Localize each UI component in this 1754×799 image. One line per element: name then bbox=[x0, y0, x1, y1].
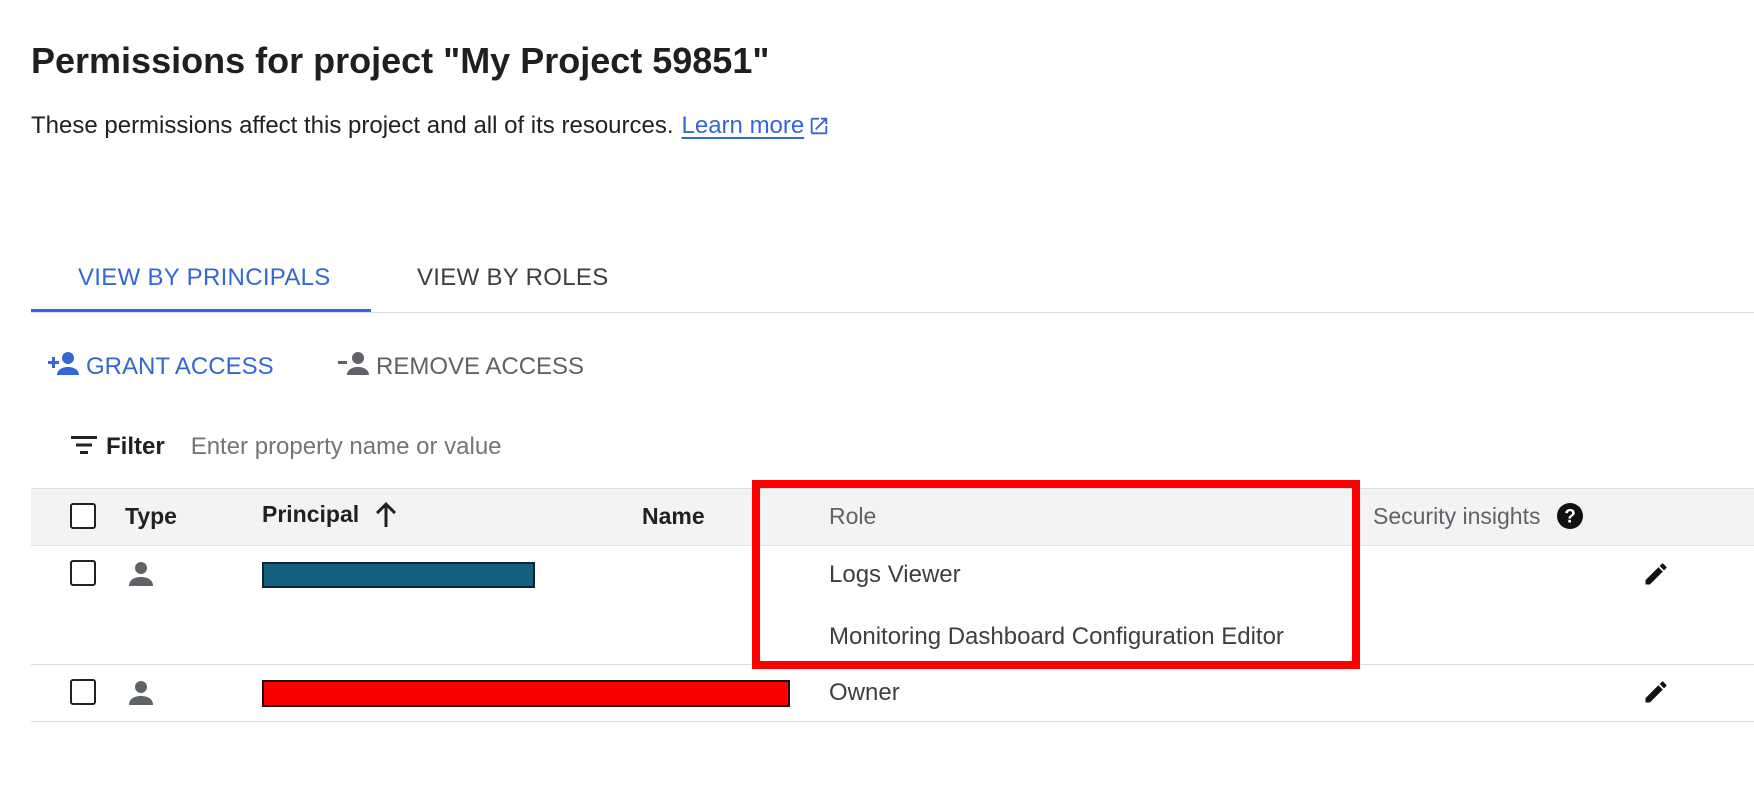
person-icon bbox=[128, 560, 154, 593]
security-insights-label: Security insights bbox=[1373, 502, 1541, 529]
subtitle-text: These permissions affect this project an… bbox=[31, 112, 674, 139]
row-1-checkbox[interactable] bbox=[70, 560, 96, 586]
person-icon bbox=[128, 679, 154, 712]
remove-access-label: REMOVE ACCESS bbox=[376, 352, 585, 380]
page-subtitle: These permissions affect this project an… bbox=[31, 112, 830, 140]
select-all-checkbox[interactable] bbox=[70, 503, 96, 529]
tab-view-by-principals[interactable]: VIEW BY PRINCIPALS bbox=[78, 264, 331, 292]
highlight-box bbox=[752, 480, 1360, 669]
edit-pencil-icon[interactable] bbox=[1642, 678, 1670, 711]
external-link-icon[interactable] bbox=[808, 115, 830, 137]
person-add-icon bbox=[46, 350, 86, 383]
row-2-checkbox[interactable] bbox=[70, 679, 96, 705]
column-header-type[interactable]: Type bbox=[125, 503, 177, 530]
person-remove-icon bbox=[336, 350, 376, 383]
remove-access-button[interactable]: REMOVE ACCESS bbox=[336, 350, 584, 383]
active-tab-indicator bbox=[31, 309, 371, 312]
tabs-divider bbox=[31, 312, 1754, 313]
filter-bar[interactable]: Filter bbox=[70, 432, 693, 462]
page-title: Permissions for project "My Project 5985… bbox=[31, 40, 770, 81]
learn-more-link[interactable]: Learn more bbox=[682, 112, 805, 140]
principal-redacted-2 bbox=[262, 680, 790, 707]
principal-header-label: Principal bbox=[262, 500, 360, 527]
filter-icon[interactable] bbox=[70, 433, 98, 462]
role-cell-row-2: Owner bbox=[829, 679, 900, 706]
tab-view-by-roles[interactable]: VIEW BY ROLES bbox=[417, 264, 609, 292]
grant-access-button[interactable]: GRANT ACCESS bbox=[46, 350, 274, 383]
column-header-principal[interactable]: Principal bbox=[262, 500, 399, 528]
filter-input[interactable] bbox=[188, 432, 693, 462]
grant-access-label: GRANT ACCESS bbox=[86, 352, 274, 380]
edit-pencil-icon[interactable] bbox=[1642, 560, 1670, 593]
help-icon[interactable]: ? bbox=[1556, 502, 1584, 530]
row-divider bbox=[31, 721, 1754, 722]
filter-label[interactable]: Filter bbox=[106, 433, 165, 461]
column-header-name[interactable]: Name bbox=[642, 503, 705, 530]
sort-arrow-up-icon[interactable] bbox=[373, 500, 399, 528]
column-header-security-insights[interactable]: Security insights ? bbox=[1373, 502, 1584, 530]
principal-redacted-1 bbox=[262, 562, 535, 588]
svg-text:?: ? bbox=[1565, 507, 1577, 528]
